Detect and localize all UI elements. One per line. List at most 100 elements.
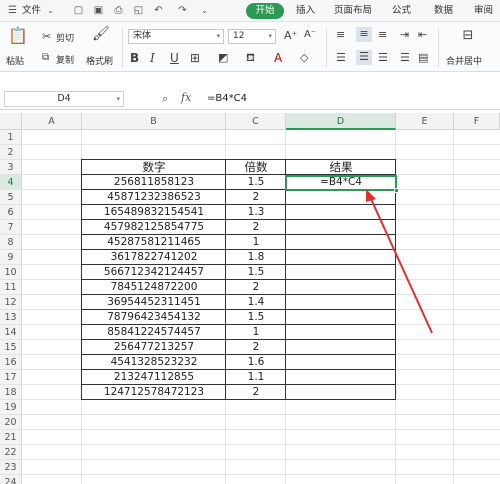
row-header[interactable]: 6: [0, 205, 22, 220]
scissors-icon[interactable]: ✂: [42, 30, 51, 43]
active-cell-d4[interactable]: [285, 175, 399, 193]
undo-icon[interactable]: ↶: [152, 4, 165, 17]
multiplier-cell[interactable]: 2: [226, 340, 286, 355]
underline-icon[interactable]: U: [170, 51, 179, 65]
row-header[interactable]: 3: [0, 160, 22, 175]
indent-icon[interactable]: ⇤: [418, 28, 427, 41]
align-bottom-icon[interactable]: ≡: [378, 28, 387, 41]
row-header[interactable]: 4: [0, 175, 22, 190]
copy-icon[interactable]: ⧉: [42, 52, 49, 63]
distributed-icon[interactable]: ▤: [418, 51, 428, 64]
row-header[interactable]: 5: [0, 190, 22, 205]
row-header[interactable]: 17: [0, 370, 22, 385]
row-header[interactable]: 10: [0, 265, 22, 280]
cut-button[interactable]: 剪切: [56, 31, 74, 44]
fill-color-icon[interactable]: ◩: [218, 51, 228, 64]
multiplier-cell[interactable]: 1.5: [226, 175, 286, 190]
row-header[interactable]: 15: [0, 340, 22, 355]
result-cell[interactable]: [286, 205, 396, 220]
row-header[interactable]: 14: [0, 325, 22, 340]
column-header-d[interactable]: D: [286, 113, 396, 130]
file-menu[interactable]: 文件: [22, 4, 41, 18]
column-header-a[interactable]: A: [22, 113, 82, 130]
number-cell[interactable]: 85841224574457: [82, 325, 226, 340]
tab-insert[interactable]: 插入: [296, 4, 315, 18]
row-header[interactable]: 20: [0, 415, 22, 430]
font-size-select[interactable]: 12 ▾: [228, 29, 276, 44]
result-cell[interactable]: [286, 385, 396, 400]
row-header[interactable]: 7: [0, 220, 22, 235]
row-header[interactable]: 21: [0, 430, 22, 445]
result-cell[interactable]: [286, 235, 396, 250]
wrap-icon[interactable]: ⇥: [400, 28, 409, 41]
fill-handle[interactable]: [394, 188, 399, 193]
chevron-down-icon[interactable]: ⌄: [44, 4, 57, 17]
number-cell[interactable]: 165489832154541: [82, 205, 226, 220]
column-header-b[interactable]: B: [82, 113, 226, 130]
row-header[interactable]: 18: [0, 385, 22, 400]
decrease-font-icon[interactable]: A⁻: [304, 29, 316, 40]
save-icon[interactable]: ▢: [72, 4, 85, 17]
number-cell[interactable]: 566712342124457: [82, 265, 226, 280]
row-header[interactable]: 24: [0, 475, 22, 484]
column-header-c[interactable]: C: [226, 113, 286, 130]
result-cell[interactable]: [286, 355, 396, 370]
number-cell[interactable]: 7845124872200: [82, 280, 226, 295]
multiplier-cell[interactable]: 1.1: [226, 370, 286, 385]
multiplier-cell[interactable]: 1.5: [226, 310, 286, 325]
result-cell[interactable]: [286, 340, 396, 355]
table-header-result-cell[interactable]: 结果: [286, 160, 396, 175]
increase-font-icon[interactable]: A⁺: [284, 29, 297, 42]
multiplier-cell[interactable]: 1.3: [226, 205, 286, 220]
merge-center-button[interactable]: 合并居中: [446, 54, 482, 67]
table-header-number-cell[interactable]: 数字: [82, 160, 226, 175]
align-center-icon[interactable]: ☰: [356, 50, 372, 65]
function-icon[interactable]: fx: [181, 91, 191, 104]
row-header[interactable]: 11: [0, 280, 22, 295]
result-cell[interactable]: [286, 190, 396, 205]
copy-button[interactable]: 复制: [56, 53, 74, 66]
merge-center-icon[interactable]: ⊟: [458, 28, 478, 43]
multiplier-cell[interactable]: 1.6: [226, 355, 286, 370]
align-middle-icon[interactable]: ≡: [356, 27, 372, 42]
multiplier-cell[interactable]: 2: [226, 385, 286, 400]
number-cell[interactable]: 457982125854775: [82, 220, 226, 235]
justify-icon[interactable]: ☰: [400, 51, 410, 64]
column-header-f[interactable]: F: [454, 113, 500, 130]
number-cell[interactable]: 256811858123: [82, 175, 226, 190]
zoom-icon[interactable]: ⌕: [162, 92, 168, 106]
bold-icon[interactable]: B: [130, 51, 139, 65]
number-cell[interactable]: 45287581211465: [82, 235, 226, 250]
number-cell[interactable]: 45871232386523: [82, 190, 226, 205]
row-header[interactable]: 2: [0, 145, 22, 160]
select-all-corner[interactable]: [0, 113, 22, 130]
multiplier-cell[interactable]: 1.5: [226, 265, 286, 280]
result-cell[interactable]: [286, 295, 396, 310]
multiplier-cell[interactable]: 2: [226, 220, 286, 235]
align-top-icon[interactable]: ≡: [336, 28, 345, 41]
tab-review[interactable]: 审阅: [474, 4, 493, 18]
customize-chevron-icon[interactable]: ⌄: [198, 4, 211, 17]
row-header[interactable]: 1: [0, 130, 22, 145]
paste-button[interactable]: 粘贴: [6, 54, 24, 67]
clear-format-icon[interactable]: ◇: [300, 51, 308, 64]
name-box[interactable]: D4 ▾: [4, 91, 124, 107]
table-header-multiplier-cell[interactable]: 倍数: [226, 160, 286, 175]
number-cell[interactable]: 4541328523232: [82, 355, 226, 370]
font-color-icon[interactable]: A: [274, 51, 282, 65]
multiplier-cell[interactable]: 2: [226, 190, 286, 205]
row-header[interactable]: 19: [0, 400, 22, 415]
export-pdf-icon[interactable]: ▣: [92, 4, 105, 17]
align-left-icon[interactable]: ☰: [336, 51, 346, 64]
column-header-e[interactable]: E: [396, 113, 454, 130]
result-cell[interactable]: [286, 265, 396, 280]
paste-icon[interactable]: 📋: [8, 26, 28, 46]
tab-start[interactable]: 开始: [246, 3, 284, 19]
italic-icon[interactable]: I: [150, 51, 155, 65]
result-cell[interactable]: [286, 250, 396, 265]
row-header[interactable]: 22: [0, 445, 22, 460]
result-cell[interactable]: [286, 325, 396, 340]
format-painter-icon[interactable]: 🖌: [92, 26, 110, 42]
row-header[interactable]: 12: [0, 295, 22, 310]
tab-page-layout[interactable]: 页面布局: [334, 4, 372, 18]
